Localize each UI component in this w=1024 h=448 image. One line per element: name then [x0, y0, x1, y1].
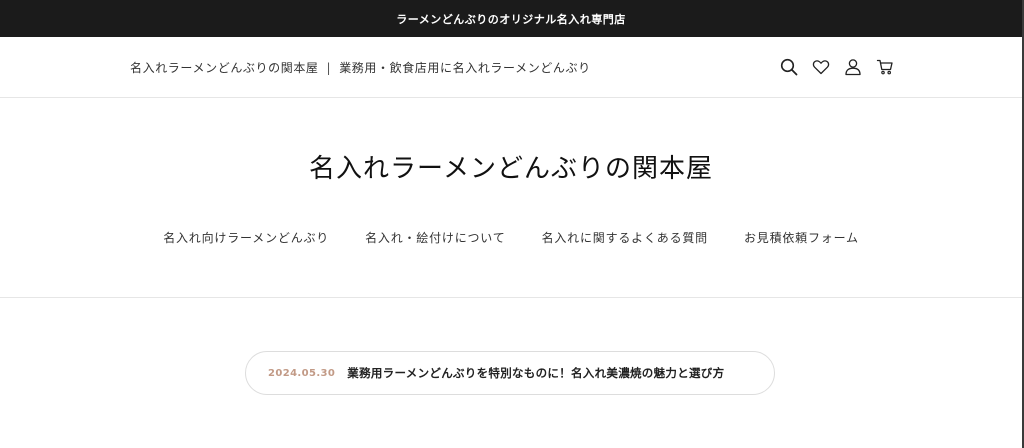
site-logo[interactable]: 名入れラーメンどんぶりの関本屋 [0, 148, 1022, 185]
site-description: 名入れラーメンどんぶりの関本屋 | 業務用・飲食店用に名入れラーメンどんぶり [130, 59, 591, 76]
announcement-bar: ラーメンどんぶりのオリジナル名入れ専門店 [0, 0, 1022, 37]
header-separator: | [326, 61, 332, 75]
news-item[interactable]: 2024.05.30 業務用ラーメンどんぶりを特別なものに！名入れ美濃焼の魅力と… [245, 351, 775, 395]
news-date: 2024.05.30 [268, 367, 336, 379]
nav-item-products[interactable]: 名入れ向けラーメンどんぶり [163, 229, 329, 246]
news-title: 業務用ラーメンどんぶりを特別なものに！名入れ美濃焼の魅力と選び方 [347, 366, 725, 380]
nav-item-quote-form[interactable]: お見積依頼フォーム [744, 229, 859, 246]
announcement-text: ラーメンどんぶりのオリジナル名入れ専門店 [396, 12, 626, 26]
cart-icon[interactable] [874, 56, 895, 77]
search-icon[interactable] [778, 56, 799, 77]
user-icon[interactable] [842, 56, 863, 77]
main-nav: 名入れ向けラーメンどんぶり 名入れ・絵付けについて 名入れに関するよくある質問 … [0, 229, 1022, 246]
heart-icon[interactable] [810, 56, 831, 77]
nav-item-naming-info[interactable]: 名入れ・絵付けについて [365, 229, 505, 246]
nav-item-faq[interactable]: 名入れに関するよくある質問 [542, 229, 708, 246]
header-icons [778, 56, 895, 77]
logo-section: 名入れラーメンどんぶりの関本屋 名入れ向けラーメンどんぶり 名入れ・絵付けについ… [0, 98, 1022, 298]
site-tagline: 業務用・飲食店用に名入れラーメンどんぶり [339, 61, 591, 75]
site-name: 名入れラーメンどんぶりの関本屋 [130, 61, 319, 75]
header: 名入れラーメンどんぶりの関本屋 | 業務用・飲食店用に名入れラーメンどんぶり [0, 37, 1022, 98]
